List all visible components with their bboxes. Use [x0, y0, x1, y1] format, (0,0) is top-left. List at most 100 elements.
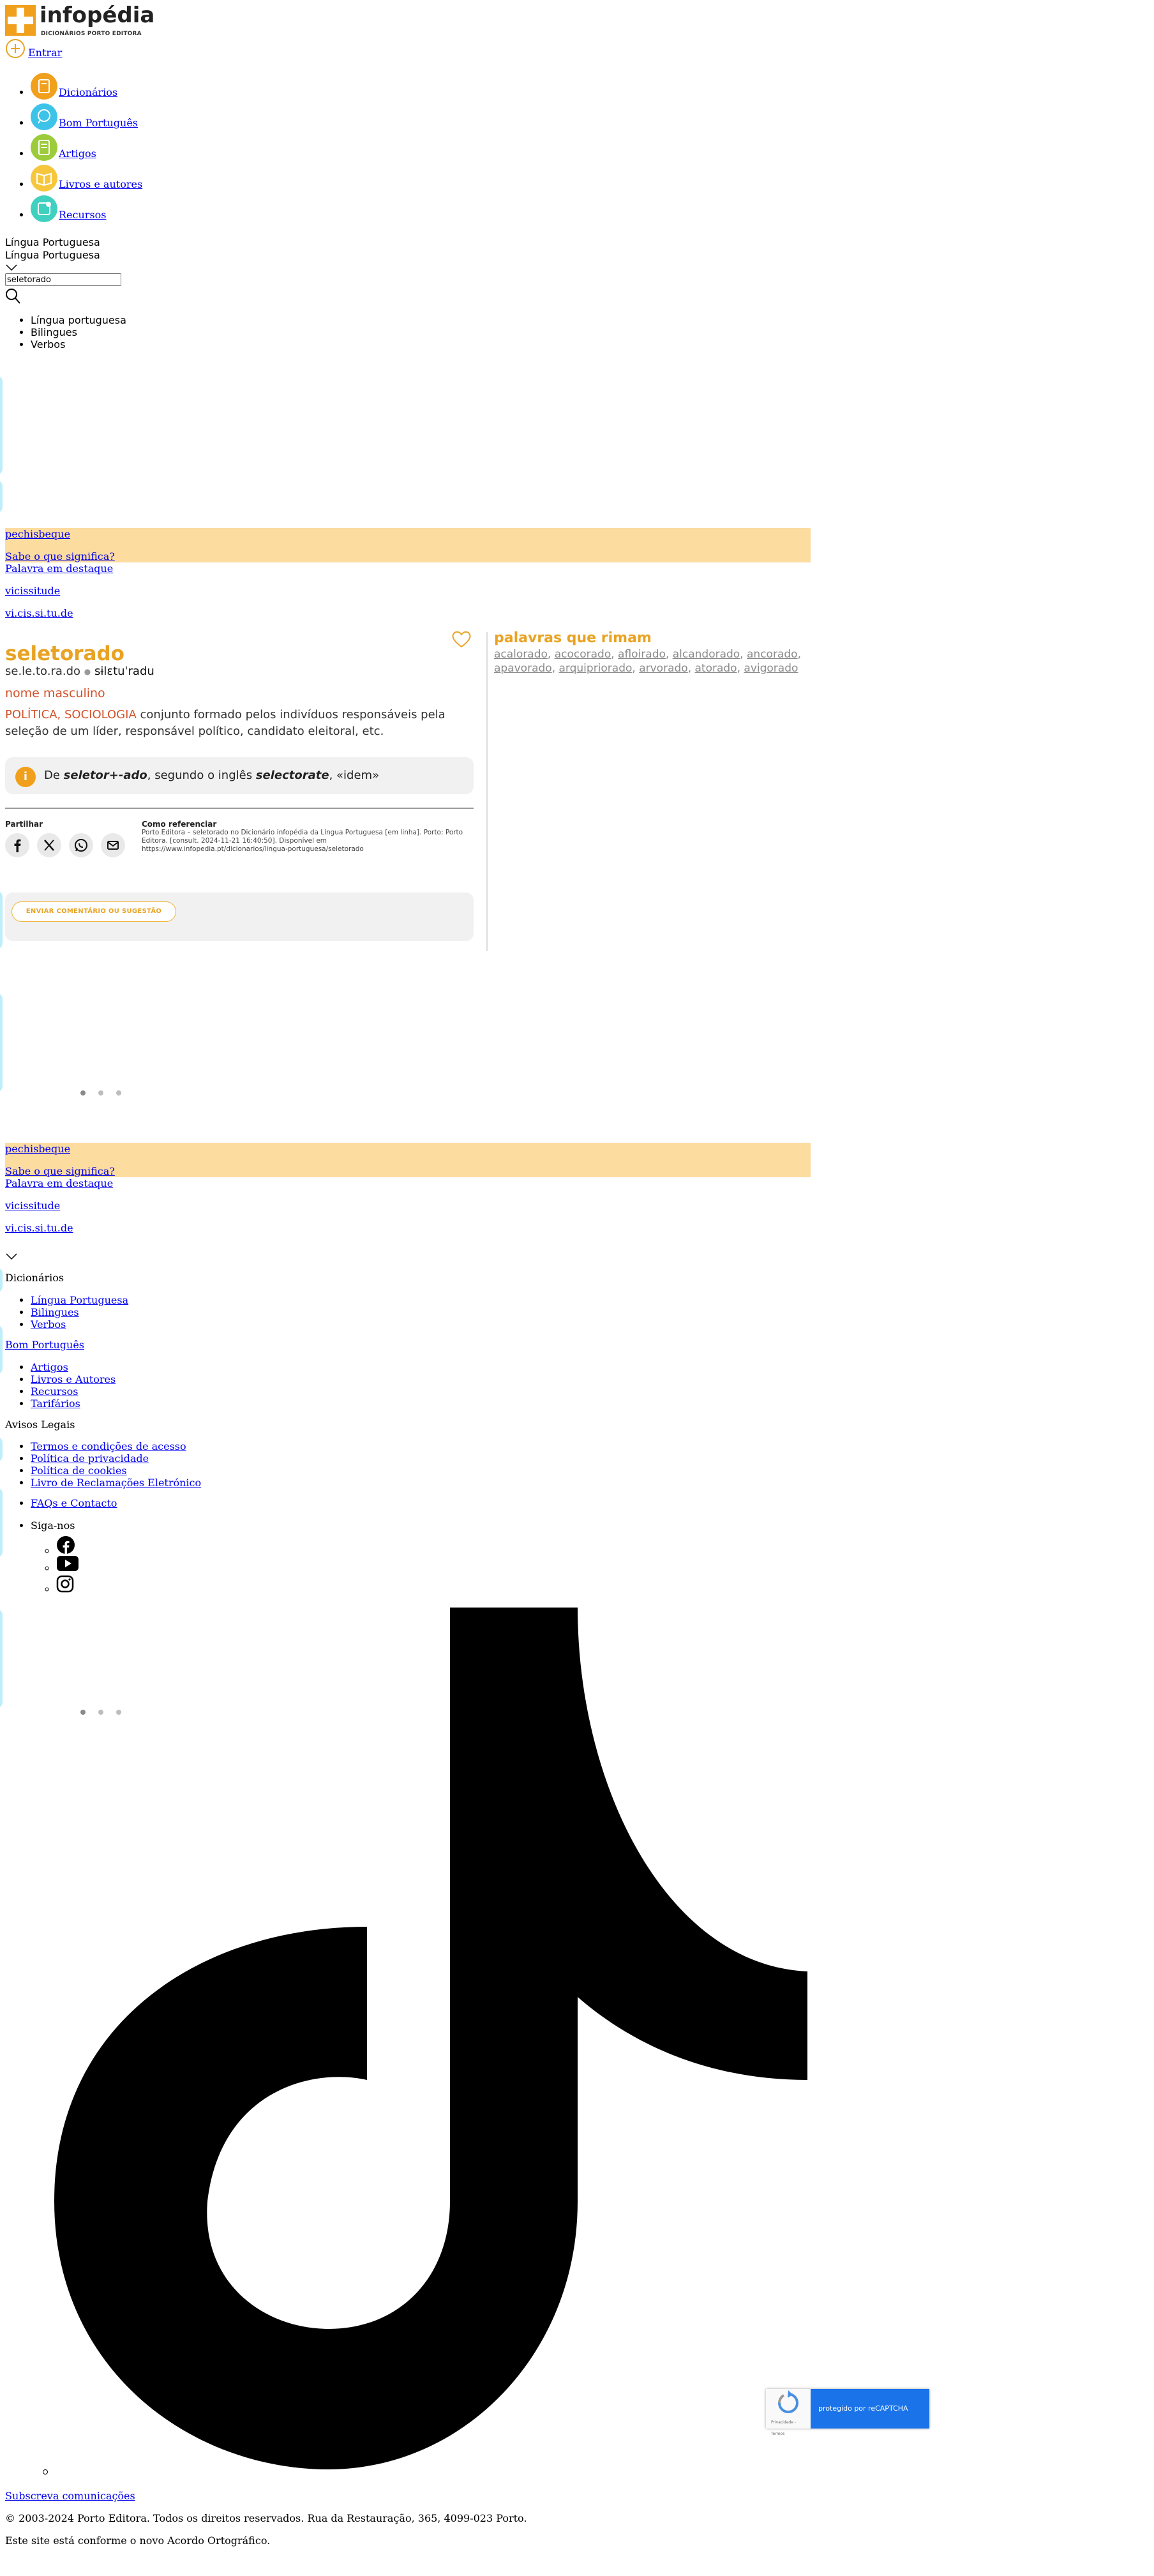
footer-link[interactable]: Termos e condições de acesso	[31, 1440, 186, 1452]
footer-link[interactable]: Recursos	[31, 1385, 78, 1397]
word-of-day-link[interactable]: pechisbeque	[5, 528, 811, 550]
favorite-heart-icon[interactable]	[451, 629, 472, 649]
rhyme-link[interactable]: acocorado	[555, 648, 611, 661]
whatsapp-share-icon[interactable]	[69, 833, 93, 857]
search-button[interactable]	[4, 287, 22, 305]
dict-option[interactable]: Língua portuguesa	[31, 314, 126, 326]
spelling-agreement: Este site está conforme o novo Acordo Or…	[5, 2535, 271, 2547]
subscribe-link[interactable]: Subscreva comunicações	[5, 2490, 135, 2502]
nav-item-bom-portugues[interactable]: Bom Português	[31, 102, 414, 133]
login-plus-icon[interactable]	[5, 38, 26, 59]
side-decoration	[0, 891, 3, 949]
list-bullet	[43, 2469, 48, 2474]
rhymes-title: palavras que rimam	[494, 630, 652, 646]
footer-link[interactable]: Livro de Reclamações Eletrónico	[31, 1477, 201, 1489]
highlight-word[interactable]: vicissitude	[5, 585, 811, 607]
highlight-label[interactable]: Palavra em destaque	[5, 1177, 811, 1200]
tiktok-icon[interactable]	[54, 1608, 807, 2469]
footer-legal-heading: Avisos Legais	[5, 1419, 75, 1431]
instagram-icon[interactable]	[56, 1575, 74, 1593]
separator-dot: ●	[84, 667, 91, 676]
carousel-dot[interactable]	[98, 1090, 103, 1096]
nav-link-livros[interactable]: Livros e autores	[59, 178, 142, 190]
nav-link-bom-portugues[interactable]: Bom Português	[59, 117, 138, 129]
rhyme-link[interactable]: arquipriorado	[559, 662, 633, 675]
carousel-dot[interactable]	[80, 1090, 86, 1096]
word-of-day-band: pechisbeque Sabe o que significa?	[5, 528, 811, 562]
search-icon[interactable]	[4, 287, 22, 305]
info-icon: i	[15, 767, 36, 787]
highlight-syllab[interactable]: vi.cis.si.tu.de	[5, 1222, 811, 1244]
infopedia-logo[interactable]: infopédia DICIONÁRIOS PORTO EDITORA	[5, 3, 154, 37]
rhyme-link[interactable]: apavorado	[494, 662, 552, 675]
etymology-text: De seletor+-ado, segundo o inglês select…	[44, 769, 380, 782]
footer-link[interactable]: Artigos	[31, 1361, 68, 1373]
footer-link[interactable]: Bilingues	[31, 1306, 79, 1318]
dictionary-select[interactable]: Língua Portuguesa Língua Portuguesa	[5, 236, 100, 275]
chevron-down-icon[interactable]	[5, 264, 18, 271]
side-decoration	[0, 1267, 3, 1293]
facebook-icon[interactable]	[56, 1535, 75, 1555]
nav-item-recursos[interactable]: Recursos	[31, 194, 414, 225]
resources-icon	[31, 195, 57, 222]
rhyme-link[interactable]: atorado	[695, 662, 737, 675]
nav-link-dicionarios[interactable]: Dicionários	[59, 86, 117, 98]
syllabification-text: se.le.to.ra.do	[5, 665, 81, 678]
word-of-day-repeat: pechisbeque Sabe o que significa? Palavr…	[5, 1143, 811, 1244]
side-decoration	[0, 375, 3, 475]
social-item[interactable]	[56, 1535, 79, 1555]
footer-link[interactable]: Política de cookies	[31, 1465, 127, 1477]
chat-icon	[31, 103, 57, 130]
rhyme-link[interactable]: ancorado	[747, 648, 798, 661]
highlight-word[interactable]: vicissitude	[5, 1200, 811, 1222]
x-share-icon[interactable]	[37, 833, 61, 857]
highlight-syllab[interactable]: vi.cis.si.tu.de	[5, 607, 811, 629]
footer-more-links: Artigos Livros e Autores Recursos Tarifá…	[5, 1361, 116, 1410]
side-decoration	[0, 1609, 3, 1708]
footer-legal-links: Termos e condições de acesso Política de…	[5, 1440, 201, 1489]
word-of-day: pechisbeque Sabe o que significa? Palavr…	[5, 528, 811, 629]
rhyme-link[interactable]: afloirado	[618, 648, 666, 661]
recaptcha-small-print[interactable]: Privacidade - Termos	[771, 2417, 811, 2440]
nav-link-recursos[interactable]: Recursos	[59, 209, 106, 221]
highlight-label[interactable]: Palavra em destaque	[5, 562, 811, 585]
social-item[interactable]	[56, 1575, 79, 1595]
rhyme-link[interactable]: acalorado	[494, 648, 548, 661]
footer-faq-link[interactable]: FAQs e Contacto	[31, 1497, 117, 1509]
dictionary-selected: Língua Portuguesa	[5, 236, 100, 248]
search-input[interactable]	[5, 273, 121, 286]
footer-link[interactable]: Tarifários	[31, 1397, 80, 1410]
nav-item-livros[interactable]: Livros e autores	[31, 163, 414, 194]
send-comment-button[interactable]: ENVIAR COMENTÁRIO OU SUGESTÃO	[11, 901, 176, 922]
footer-bom-portugues[interactable]: Bom Português	[5, 1339, 84, 1351]
word-of-day-link[interactable]: pechisbeque	[5, 1143, 811, 1165]
recaptcha-logo: Privacidade - Termos	[766, 2389, 811, 2436]
footer-link[interactable]: Livros e Autores	[31, 1373, 116, 1385]
rhyme-link[interactable]: arvorado	[639, 662, 687, 675]
youtube-icon[interactable]	[56, 1555, 79, 1572]
nav-link-artigos[interactable]: Artigos	[59, 147, 96, 160]
pronunciation-text: sɨlɛtuˈradu	[94, 665, 154, 678]
nav-item-dicionarios[interactable]: Dicionários	[31, 72, 414, 102]
logo-wordmark: infopédia	[40, 3, 155, 28]
footer-link[interactable]: Política de privacidade	[31, 1452, 149, 1465]
recaptcha-badge[interactable]: Privacidade - Termos protegido por reCAP…	[766, 2389, 929, 2436]
email-share-icon[interactable]	[101, 833, 125, 857]
social-item[interactable]	[56, 1555, 79, 1575]
login[interactable]: Entrar	[5, 38, 62, 60]
footer-link[interactable]: Língua Portuguesa	[31, 1294, 128, 1306]
nav-item-artigos[interactable]: Artigos	[31, 133, 414, 163]
rhymes-list: acalorado, acocorado, afloirado, alcando…	[494, 648, 801, 675]
chevron-down-icon[interactable]	[5, 1253, 18, 1260]
facebook-share-icon[interactable]	[5, 833, 29, 857]
rhyme-link[interactable]: avigorado	[744, 662, 798, 675]
dict-option[interactable]: Bilingues	[31, 326, 126, 338]
recaptcha-label: protegido por reCAPTCHA	[811, 2389, 929, 2429]
footer-link[interactable]: Verbos	[31, 1318, 66, 1330]
book-icon	[31, 165, 57, 192]
dict-option[interactable]: Verbos	[31, 338, 126, 350]
recaptcha-icon	[778, 2390, 798, 2413]
rhyme-link[interactable]: alcandorado	[673, 648, 740, 661]
carousel-dot[interactable]	[116, 1090, 121, 1096]
login-link[interactable]: Entrar	[28, 47, 62, 59]
